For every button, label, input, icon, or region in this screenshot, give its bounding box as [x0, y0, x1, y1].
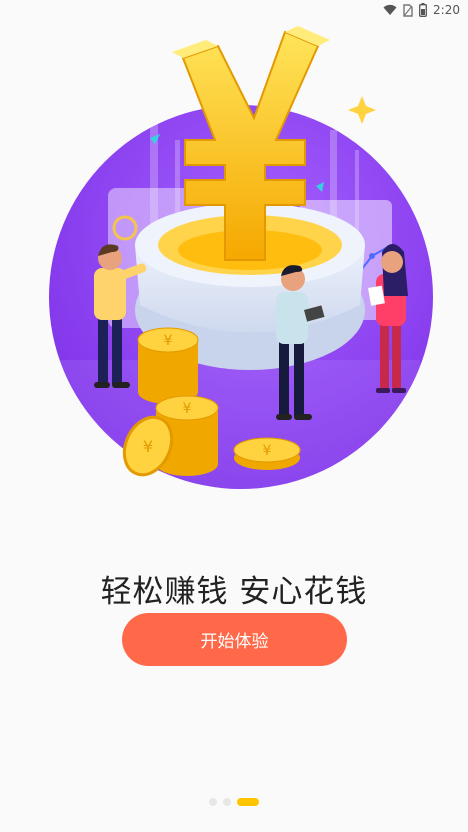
tagline: 轻松赚钱 安心花钱	[100, 574, 368, 610]
page-indicator-dot	[223, 798, 231, 806]
svg-text:¥: ¥	[183, 401, 192, 417]
yuan-coin-illustration: ¥ ¥ ¥ ¥	[49, 26, 433, 489]
sparkle-icon	[348, 96, 376, 124]
start-experience-button[interactable]: 开始体验	[122, 613, 347, 666]
page-indicator-dot-active	[237, 798, 259, 806]
coin-stack-left: ¥	[137, 327, 199, 404]
page-indicator-dot	[209, 798, 217, 806]
page-indicator	[0, 797, 468, 807]
coin-flat: ¥	[233, 437, 301, 470]
svg-text:¥: ¥	[263, 443, 272, 459]
svg-text:¥: ¥	[164, 333, 173, 349]
svg-text:¥: ¥	[143, 437, 153, 456]
